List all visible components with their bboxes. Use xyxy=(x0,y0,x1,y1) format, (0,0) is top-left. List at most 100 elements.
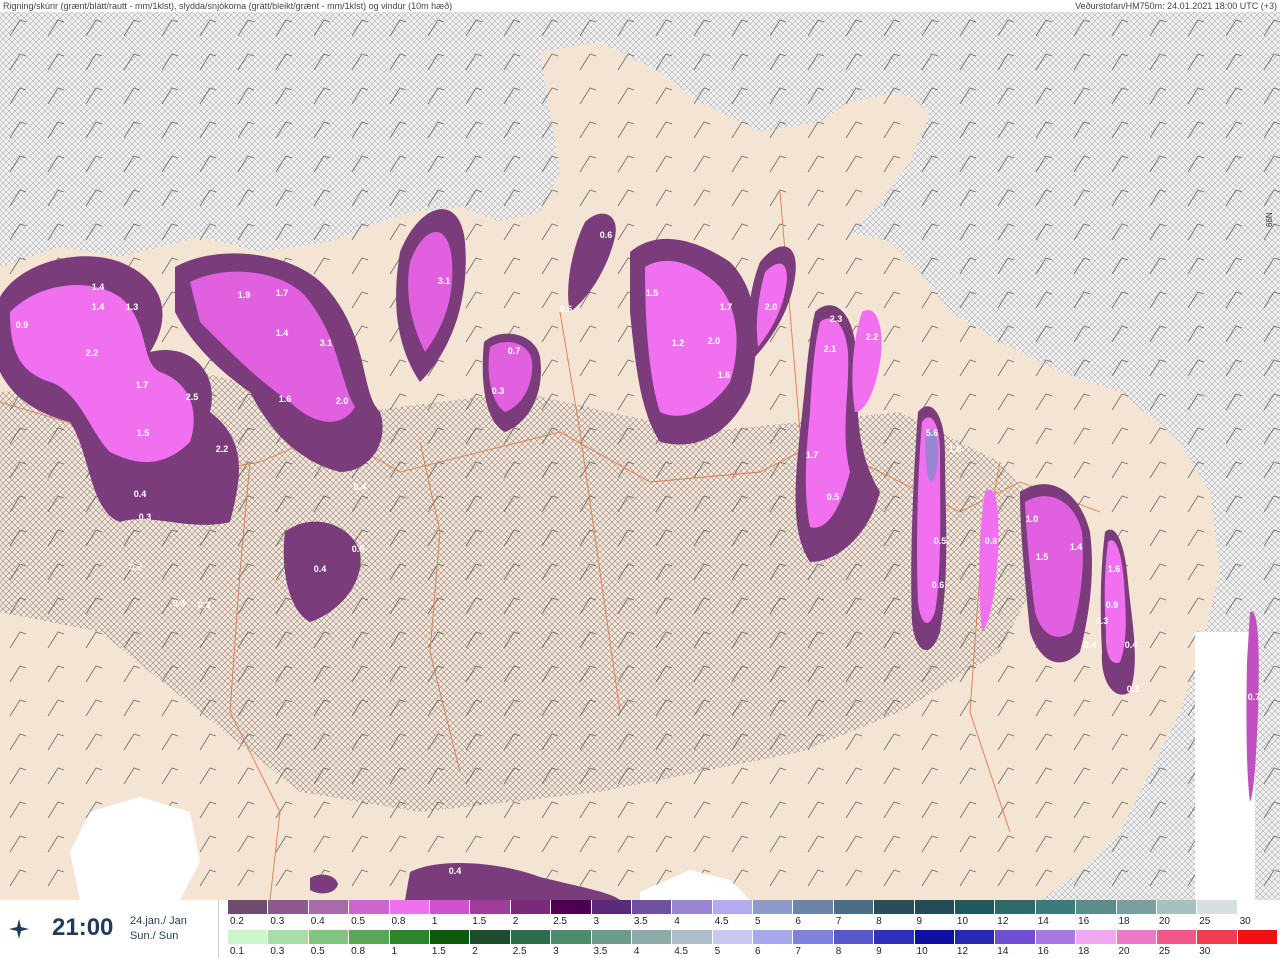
snow-scale-swatch xyxy=(1197,900,1238,914)
precip-value-label: 0.6 xyxy=(560,304,573,314)
precip-value-label: 3.1 xyxy=(438,276,451,286)
time-panel: 21:00 24.jan./ Jan Sun./ Sun xyxy=(0,900,219,958)
map-header: Rigning/skúrir (grænt/blátt/rautt - mm/1… xyxy=(0,0,1280,12)
precip-value-label: 0.3 xyxy=(198,600,211,610)
map-description: Rigning/skúrir (grænt/blátt/rautt - mm/1… xyxy=(3,1,453,11)
forecast-time: 21:00 xyxy=(52,914,114,941)
snow-scale-swatch xyxy=(874,900,915,914)
snow-scale-swatch xyxy=(591,900,632,914)
precip-value-label: 1.2 xyxy=(672,338,685,348)
precip-value-label: 2.0 xyxy=(765,302,778,312)
snow-scale-label: 7 xyxy=(835,916,842,927)
rain-scale-label: 25 xyxy=(1158,946,1170,957)
rain-scale-swatch xyxy=(1197,930,1238,944)
snow-scale-label: 0.2 xyxy=(230,916,244,927)
snow-scale-swatch xyxy=(470,900,511,914)
snow-scale-swatch xyxy=(955,900,996,914)
precip-value-label: 0.9 xyxy=(16,320,29,330)
precip-value-label: 1.5 xyxy=(137,428,150,438)
snow-scale-swatch xyxy=(429,900,471,914)
precip-value-label: 1.7 xyxy=(136,380,149,390)
snow-scale-swatch xyxy=(1156,900,1198,914)
snow-scale-swatch xyxy=(672,900,713,914)
precip-value-label: 0.7 xyxy=(1248,692,1261,702)
rain-scale-swatch xyxy=(228,930,269,944)
rain-scale-label: 0.1 xyxy=(230,946,244,957)
rain-scale-swatch xyxy=(833,930,875,944)
rain-scale-swatch xyxy=(753,930,794,944)
snow-scale-label: 9 xyxy=(916,916,923,927)
rain-scale-label: 14 xyxy=(997,946,1009,957)
snow-scale-swatch xyxy=(1076,900,1117,914)
precip-value-label: 0.5 xyxy=(934,536,947,546)
snow-scale-label: 0.4 xyxy=(310,916,325,927)
rain-scale-label: 4 xyxy=(633,946,640,957)
snow-scale-label: 20 xyxy=(1158,916,1170,927)
snow-scale-swatch xyxy=(228,900,269,914)
precip-value-label: 2.2 xyxy=(866,332,879,342)
precip-value-label: 1.8 xyxy=(949,444,962,454)
precip-value-label: 1.4 xyxy=(276,328,289,338)
rain-color-scale xyxy=(228,930,1279,944)
precip-value-label: 0.6 xyxy=(600,230,613,240)
snow-scale-label: 8 xyxy=(876,916,882,927)
precip-value-label: 2.5 xyxy=(186,392,199,402)
snow-scale-label: 5 xyxy=(755,916,761,927)
snow-scale-label: 3.5 xyxy=(633,916,648,927)
snow-scale-label: 3 xyxy=(593,916,600,927)
snow-scale-swatch xyxy=(914,900,956,914)
rain-scale-swatch xyxy=(510,930,552,944)
precip-value-label: 2.0 xyxy=(336,396,349,406)
precip-value-label: 0.3 xyxy=(173,598,186,608)
snow-scale-label: 1.5 xyxy=(472,916,487,927)
snow-scale-label: 0.8 xyxy=(391,916,406,927)
rain-scale-swatch xyxy=(631,930,673,944)
precip-value-label: 1.7 xyxy=(720,302,733,312)
snow-scale-label: 4 xyxy=(674,916,680,927)
rain-scale-label: 30 xyxy=(1199,946,1211,957)
snow-scale-swatch xyxy=(631,900,673,914)
snow-color-scale xyxy=(228,900,1279,914)
rain-scale-label: 7 xyxy=(795,946,801,957)
snow-scale-swatch xyxy=(510,900,552,914)
rain-scale-label: 1.5 xyxy=(431,946,446,957)
rain-scale-label: 0.3 xyxy=(270,946,285,957)
rain-scale-swatch xyxy=(1156,930,1198,944)
precip-value-label: 0.4 xyxy=(1125,640,1138,650)
rain-scale-swatch xyxy=(551,930,592,944)
precip-value-label: 1.6 xyxy=(718,370,731,380)
snow-scale-swatch xyxy=(753,900,794,914)
precip-value-label: 0.8 xyxy=(985,536,998,546)
precipitation-map[interactable]: 1.4 1.4 1.3 0.9 2.2 1.7 2.5 1.5 2.2 0.4 0.3 0.2 0.3 0… xyxy=(0,12,1280,900)
snow-scale-label: 18 xyxy=(1118,916,1130,927)
snow-scale-label: 0.5 xyxy=(351,916,366,927)
rain-scale-swatch xyxy=(429,930,471,944)
precip-value-label: 0.3 xyxy=(1096,616,1109,626)
forecast-date: 24.jan./ Jan xyxy=(130,915,187,927)
precip-value-label: 0.4 xyxy=(354,482,367,492)
precip-value-label: 1.4 xyxy=(1070,542,1083,552)
precip-value-label: 0.4 xyxy=(134,489,147,499)
rain-scale-label: 6 xyxy=(755,946,761,957)
precip-value-label: 1.4 xyxy=(92,282,105,292)
snow-scale-labels: 0.2 0.3 0.4 0.5 0.8 1 1.5 2 2.5 3 3.5 4 4.5 5 6 7 8 9 10 12… xyxy=(228,916,1278,928)
rain-scale-swatch xyxy=(793,930,834,944)
rain-scale-swatch xyxy=(672,930,713,944)
precip-value-label: 0.5 xyxy=(352,544,365,554)
snow-scale-label: 1 xyxy=(431,916,438,927)
snow-scale-label: 2.5 xyxy=(553,916,567,927)
rain-scale-label: 0.8 xyxy=(351,946,366,957)
blank-area xyxy=(1195,632,1255,900)
rain-scale-label: 2 xyxy=(472,946,478,957)
rain-scale-swatch xyxy=(389,930,430,944)
rain-scale-swatch xyxy=(349,930,390,944)
snow-scale-swatch xyxy=(1116,900,1157,914)
snow-scale-swatch xyxy=(349,900,390,914)
snow-scale-swatch xyxy=(712,900,754,914)
snow-scale-swatch xyxy=(308,900,350,914)
rain-scale-label: 5 xyxy=(714,946,721,957)
rain-scale-swatch xyxy=(308,930,350,944)
rain-scale-label: 9 xyxy=(876,946,882,957)
precip-value-label: 1.9 xyxy=(238,290,251,300)
snow-scale-label: 6 xyxy=(795,916,801,927)
